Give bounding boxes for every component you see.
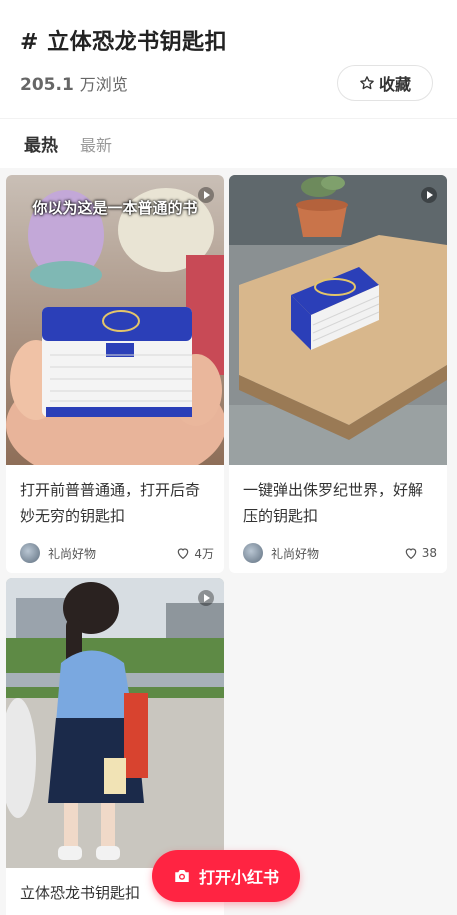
note-cover-image[interactable] xyxy=(6,578,224,868)
camera-icon xyxy=(175,870,189,882)
author-name: 礼尚好物 xyxy=(271,546,320,561)
like-count: 4万 xyxy=(194,546,214,561)
note-meta: 礼尚好物 38 xyxy=(229,533,447,573)
note-card[interactable]: 你以为这是一本普通的书 打开前普普通通，打开后奇妙无穷的钥匙扣 礼尚好物 4万 xyxy=(6,175,224,573)
view-count: 205.1 万浏览 xyxy=(20,71,128,95)
author-name: 礼尚好物 xyxy=(48,546,97,561)
note-card[interactable]: 一键弹出侏罗纪世界，好解压的钥匙扣 礼尚好物 38 xyxy=(229,175,447,573)
favorite-label: 收藏 xyxy=(378,75,411,94)
avatar xyxy=(20,543,40,563)
heart-icon xyxy=(178,548,189,560)
avatar xyxy=(243,543,263,563)
view-count-unit: 万浏览 xyxy=(79,75,128,94)
video-play-icon xyxy=(198,187,214,203)
views-row: 205.1 万浏览 收藏 xyxy=(20,64,433,102)
author[interactable]: 礼尚好物 xyxy=(20,543,96,563)
note-meta: 礼尚好物 4万 xyxy=(6,533,224,573)
open-app-label: 打开小红书 xyxy=(198,868,279,887)
note-title: 打开前普普通通，打开后奇妙无穷的钥匙扣 xyxy=(20,481,201,525)
page-title: # 立体恐龙书钥匙扣 xyxy=(20,30,228,55)
author[interactable]: 礼尚好物 xyxy=(243,543,319,563)
video-play-icon xyxy=(198,590,214,606)
like-count: 38 xyxy=(421,546,437,560)
like-button[interactable]: 4万 xyxy=(175,545,214,562)
note-cover-image[interactable] xyxy=(229,175,447,465)
child-backpack-photo xyxy=(6,578,224,868)
heart-icon xyxy=(405,548,416,560)
tab-latest[interactable]: 最新 xyxy=(80,132,112,156)
keychain-book-photo xyxy=(229,175,447,465)
note-cover-image[interactable]: 你以为这是一本普通的书 xyxy=(6,175,224,465)
video-caption-overlay: 你以为这是一本普通的书 xyxy=(32,199,198,217)
open-app-button[interactable]: 打开小红书 xyxy=(152,850,300,902)
topic-header: # 立体恐龙书钥匙扣 205.1 万浏览 收藏 xyxy=(0,0,457,118)
tab-hottest[interactable]: 最热 xyxy=(24,131,58,156)
star-icon xyxy=(360,76,374,90)
note-title: 一键弹出侏罗纪世界，好解压的钥匙扣 xyxy=(243,481,424,525)
keychain-book-photo xyxy=(6,175,224,465)
sort-tabs: 最热 最新 xyxy=(0,118,457,168)
favorite-button[interactable]: 收藏 xyxy=(337,65,433,101)
like-button[interactable]: 38 xyxy=(403,545,437,561)
video-play-icon xyxy=(421,187,437,203)
view-count-number: 205.1 xyxy=(20,75,74,95)
